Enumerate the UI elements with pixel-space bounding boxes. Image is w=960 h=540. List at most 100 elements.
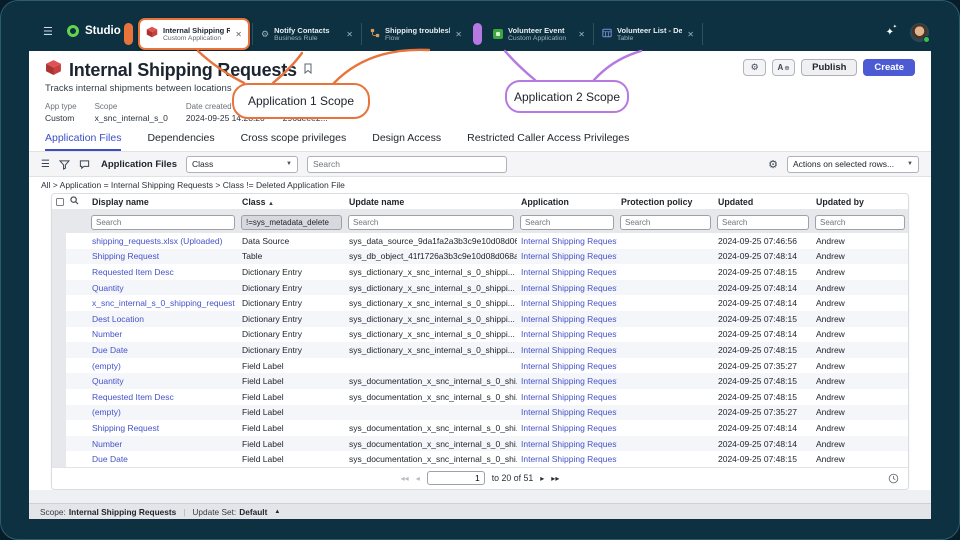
update-set-value[interactable]: Default xyxy=(239,507,267,517)
cell-display-name[interactable]: Requested Item Desc xyxy=(88,389,238,405)
caret-up-icon[interactable]: ▲ xyxy=(274,509,280,515)
previous-page-icon[interactable]: ◂ xyxy=(416,474,420,483)
cell-display-name[interactable]: (empty) xyxy=(88,358,238,374)
ai-sparkle-icon[interactable]: ✦ ✦ xyxy=(886,24,897,38)
tab-restricted-caller-access[interactable]: Restricted Caller Access Privileges xyxy=(467,132,629,151)
cell-application[interactable]: Internal Shipping Requests xyxy=(517,249,617,265)
refresh-timer-icon[interactable] xyxy=(888,473,899,486)
cell-application[interactable]: Internal Shipping Requests xyxy=(517,373,617,389)
cell-display-name[interactable]: Due Date xyxy=(88,342,238,358)
row-preview-cell[interactable] xyxy=(66,389,88,405)
close-icon[interactable]: ✕ xyxy=(687,30,694,39)
table-row[interactable]: Number Dictionary Entry sys_dictionary_x… xyxy=(52,326,908,343)
first-page-icon[interactable]: ◂◂ xyxy=(401,474,409,483)
cell-display-name[interactable]: Number xyxy=(88,436,238,452)
table-row[interactable]: shipping_requests.xlsx (Uploaded) Data S… xyxy=(52,233,908,249)
cell-display-name[interactable]: Shipping Request xyxy=(88,420,238,436)
tab-cross-scope-privileges[interactable]: Cross scope privileges xyxy=(241,132,347,151)
cell-display-name[interactable]: shipping_requests.xlsx (Uploaded) xyxy=(88,233,238,249)
cell-application[interactable]: Internal Shipping Requests xyxy=(517,233,617,249)
row-preview-cell[interactable] xyxy=(66,249,88,265)
page-number-input[interactable] xyxy=(426,471,485,486)
filter-protection-policy-input[interactable] xyxy=(620,215,711,230)
tab-volunteer-event[interactable]: Volunteer Event Custom Application ✕ xyxy=(487,19,591,49)
table-row[interactable]: Quantity Field Label sys_documentation_x… xyxy=(52,373,908,389)
search-icon[interactable] xyxy=(70,196,79,207)
filter-update-name-input[interactable] xyxy=(348,215,514,230)
cell-application[interactable]: Internal Shipping Requests xyxy=(517,327,617,343)
actions-select[interactable]: Actions on selected rows... ▼ xyxy=(787,155,919,173)
comment-icon[interactable] xyxy=(79,159,90,170)
close-icon[interactable]: ✕ xyxy=(455,30,462,39)
cell-application[interactable]: Internal Shipping Requests xyxy=(517,280,617,296)
filter-class-input[interactable] xyxy=(241,215,342,230)
row-preview-cell[interactable] xyxy=(66,233,88,249)
tab-volunteer-list[interactable]: Volunteer List - Default... Table ✕ xyxy=(596,19,700,49)
cell-display-name[interactable]: Shipping Request xyxy=(88,249,238,265)
menu-icon[interactable]: ☰ xyxy=(43,27,55,38)
create-button[interactable]: Create xyxy=(863,59,915,76)
row-preview-cell[interactable] xyxy=(66,311,88,327)
tab-notify-contacts[interactable]: ⚙ Notify Contacts Business Rule ✕ xyxy=(255,19,359,49)
select-all-checkbox[interactable] xyxy=(56,198,64,207)
col-protection-policy[interactable]: Protection policy xyxy=(617,194,714,209)
filter-application-input[interactable] xyxy=(520,215,614,230)
filter-icon[interactable] xyxy=(58,159,70,170)
list-menu-icon[interactable]: ☰ xyxy=(41,159,50,170)
cell-display-name[interactable]: Quantity xyxy=(88,280,238,296)
table-row[interactable]: Shipping Request Table sys_db_object_41f… xyxy=(52,248,908,265)
row-preview-cell[interactable] xyxy=(66,342,88,358)
tab-shipping-troubleshoot[interactable]: Shipping troubleshoot a... Flow ✕ xyxy=(364,19,468,49)
table-row[interactable]: Number Field Label sys_documentation_x_s… xyxy=(52,435,908,452)
close-icon[interactable]: ✕ xyxy=(235,30,242,39)
cell-application[interactable]: Internal Shipping Requests xyxy=(517,389,617,405)
font-settings-button[interactable]: A ⊕ xyxy=(772,59,796,76)
cell-application[interactable]: Internal Shipping Requests xyxy=(517,358,617,374)
filter-updated-by-input[interactable] xyxy=(815,215,905,230)
cell-display-name[interactable]: Number xyxy=(88,327,238,343)
close-icon[interactable]: ✕ xyxy=(578,30,585,39)
filter-updated-input[interactable] xyxy=(717,215,809,230)
next-page-icon[interactable]: ▸ xyxy=(540,474,544,483)
col-updated[interactable]: Updated xyxy=(714,194,812,209)
row-preview-cell[interactable] xyxy=(66,373,88,389)
table-row[interactable]: Due Date Dictionary Entry sys_dictionary… xyxy=(52,342,908,358)
cell-application[interactable]: Internal Shipping Requests xyxy=(517,264,617,280)
cell-display-name[interactable]: Requested Item Desc xyxy=(88,264,238,280)
class-select[interactable]: Class ▼ xyxy=(185,155,298,173)
table-row[interactable]: (empty) Field Label Internal Shipping Re… xyxy=(52,404,908,421)
close-icon[interactable]: ✕ xyxy=(346,30,353,39)
row-preview-cell[interactable] xyxy=(66,420,88,436)
cell-application[interactable]: Internal Shipping Requests xyxy=(517,405,617,421)
col-application[interactable]: Application xyxy=(517,194,617,209)
row-preview-cell[interactable] xyxy=(66,327,88,343)
publish-button[interactable]: Publish xyxy=(801,59,858,76)
tab-design-access[interactable]: Design Access xyxy=(372,132,441,151)
cell-display-name[interactable]: x_snc_internal_s_0_shipping_request xyxy=(88,295,238,311)
row-preview-cell[interactable] xyxy=(66,280,88,296)
breadcrumb[interactable]: All > Application = Internal Shipping Re… xyxy=(29,177,931,193)
table-row[interactable]: x_snc_internal_s_0_shipping_request Dict… xyxy=(52,295,908,311)
tab-dependencies[interactable]: Dependencies xyxy=(147,132,214,151)
cell-display-name[interactable]: Due Date xyxy=(88,451,238,467)
list-search-input[interactable] xyxy=(306,155,507,173)
cell-application[interactable]: Internal Shipping Requests xyxy=(517,436,617,452)
bookmark-icon[interactable] xyxy=(304,61,312,79)
table-row[interactable]: Requested Item Desc Field Label sys_docu… xyxy=(52,388,908,405)
cell-application[interactable]: Internal Shipping Requests xyxy=(517,342,617,358)
cell-display-name[interactable]: (empty) xyxy=(88,405,238,421)
cell-application[interactable]: Internal Shipping Requests xyxy=(517,451,617,467)
cell-application[interactable]: Internal Shipping Requests xyxy=(517,295,617,311)
search-column-cell[interactable] xyxy=(66,194,88,209)
table-row[interactable]: Dest Location Dictionary Entry sys_dicti… xyxy=(52,310,908,327)
row-preview-cell[interactable] xyxy=(66,358,88,374)
table-row[interactable]: Requested Item Desc Dictionary Entry sys… xyxy=(52,264,908,280)
col-update-name[interactable]: Update name xyxy=(345,194,517,209)
tab-internal-shipping-requests[interactable]: Internal Shipping Requ... Custom Applica… xyxy=(138,18,250,50)
list-settings-gear-icon[interactable]: ⚙ xyxy=(768,158,778,171)
table-row[interactable]: Due Date Field Label sys_documentation_x… xyxy=(52,451,908,467)
filter-display-name-input[interactable] xyxy=(91,215,235,230)
tab-application-files[interactable]: Application Files xyxy=(45,132,122,151)
cell-display-name[interactable]: Quantity xyxy=(88,373,238,389)
col-class[interactable]: Class ▲ xyxy=(238,194,345,209)
